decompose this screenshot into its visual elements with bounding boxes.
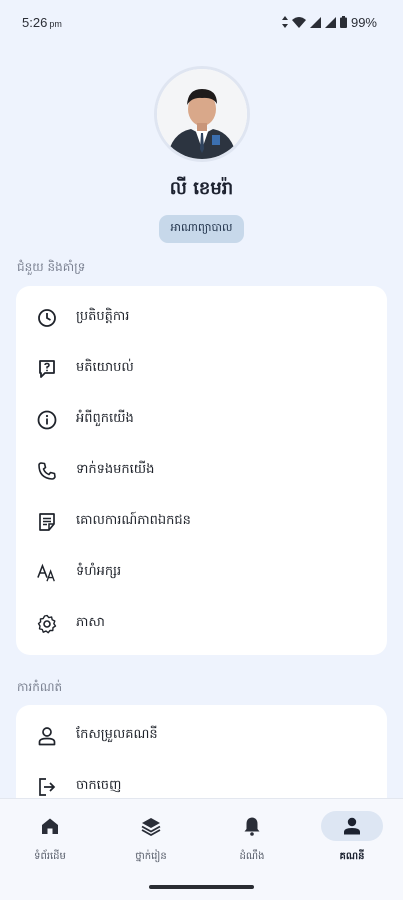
- wifi-icon: [291, 16, 306, 28]
- nav-label: គណនី: [339, 851, 365, 862]
- logout-icon: [37, 777, 57, 797]
- menu-item-edit-account[interactable]: កែសម្រួលគណនី: [16, 710, 387, 761]
- signal-icon-2: [324, 16, 336, 28]
- support-card: ប្រតិបត្តិការ មតិយោបល់ អំពីពួកយើង ទាក់ទង…: [16, 286, 387, 655]
- menu-item-label: ទំហំអក្សរ: [76, 564, 122, 579]
- menu-item-language[interactable]: ភាសា: [16, 598, 387, 649]
- battery-percent: 99%: [350, 14, 377, 30]
- person-icon: [37, 726, 57, 746]
- menu-item-label: ទាក់ទងមកយើង: [76, 462, 155, 477]
- status-time: 5:26 pm: [22, 15, 62, 30]
- feedback-icon: [37, 359, 57, 379]
- signal-icon: [309, 16, 321, 28]
- user-name: លី ខេមរ៉ា: [169, 178, 234, 199]
- phone-icon: [37, 461, 57, 481]
- history-icon: [37, 308, 57, 328]
- nav-label: ទំព័រដើម: [34, 851, 66, 862]
- home-icon: [42, 818, 58, 834]
- menu-item-label: កែសម្រួលគណនី: [76, 727, 158, 742]
- text-size-icon: [37, 563, 57, 583]
- person-photo-icon: [156, 69, 247, 159]
- status-icons: 99%: [281, 14, 377, 30]
- menu-item-privacy-policy[interactable]: គោលការណ៍ភាពឯកជន: [16, 496, 387, 547]
- menu-item-label: មតិយោបល់: [76, 360, 134, 375]
- nav-label: ដំណឹង: [239, 851, 265, 862]
- clock-ampm: pm: [49, 18, 62, 29]
- battery-icon: [339, 16, 347, 28]
- menu-item-label: គោលការណ៍ភាពឯកជន: [76, 513, 191, 528]
- language-gear-icon: [37, 614, 57, 634]
- account-icon: [344, 817, 360, 835]
- menu-item-label: អំពីពួកយើង: [76, 411, 134, 426]
- nav-label: ថ្នាក់រៀន: [135, 851, 167, 862]
- nav-item-account[interactable]: គណនី: [302, 811, 402, 871]
- section-label-settings: ការកំណត់: [17, 680, 63, 694]
- menu-item-contact-us[interactable]: ទាក់ទងមកយើង: [16, 445, 387, 496]
- info-icon: [37, 410, 57, 430]
- clock-text: 5:26: [22, 14, 48, 30]
- layers-icon: [141, 818, 161, 836]
- bell-icon: [244, 817, 260, 836]
- menu-item-about-us[interactable]: អំពីពួកយើង: [16, 394, 387, 445]
- privacy-note-icon: [37, 512, 57, 532]
- menu-item-label: ភាសា: [76, 615, 105, 630]
- nav-item-classes[interactable]: ថ្នាក់រៀន: [101, 811, 201, 871]
- menu-item-feedback[interactable]: មតិយោបល់: [16, 343, 387, 394]
- home-gesture-bar[interactable]: [149, 885, 254, 889]
- data-arrows-icon: [281, 16, 288, 28]
- menu-item-font-size[interactable]: ទំហំអក្សរ: [16, 547, 387, 598]
- avatar[interactable]: [153, 66, 250, 162]
- nav-item-notifications[interactable]: ដំណឹង: [202, 811, 302, 871]
- role-badge: អាណាព្យាបាល: [158, 215, 245, 243]
- menu-item-transactions[interactable]: ប្រតិបត្តិការ: [16, 292, 387, 343]
- section-label-support: ជំនួយ និងគាំទ្រ: [17, 260, 86, 274]
- menu-item-label: ប្រតិបត្តិការ: [76, 309, 130, 324]
- nav-item-home[interactable]: ទំព័រដើម: [0, 811, 100, 871]
- profile-header: លី ខេមរ៉ា អាណាព្យាបាល: [0, 66, 403, 243]
- menu-item-label: ចាកចេញ: [76, 778, 122, 793]
- status-bar: 5:26 pm 99%: [0, 0, 403, 44]
